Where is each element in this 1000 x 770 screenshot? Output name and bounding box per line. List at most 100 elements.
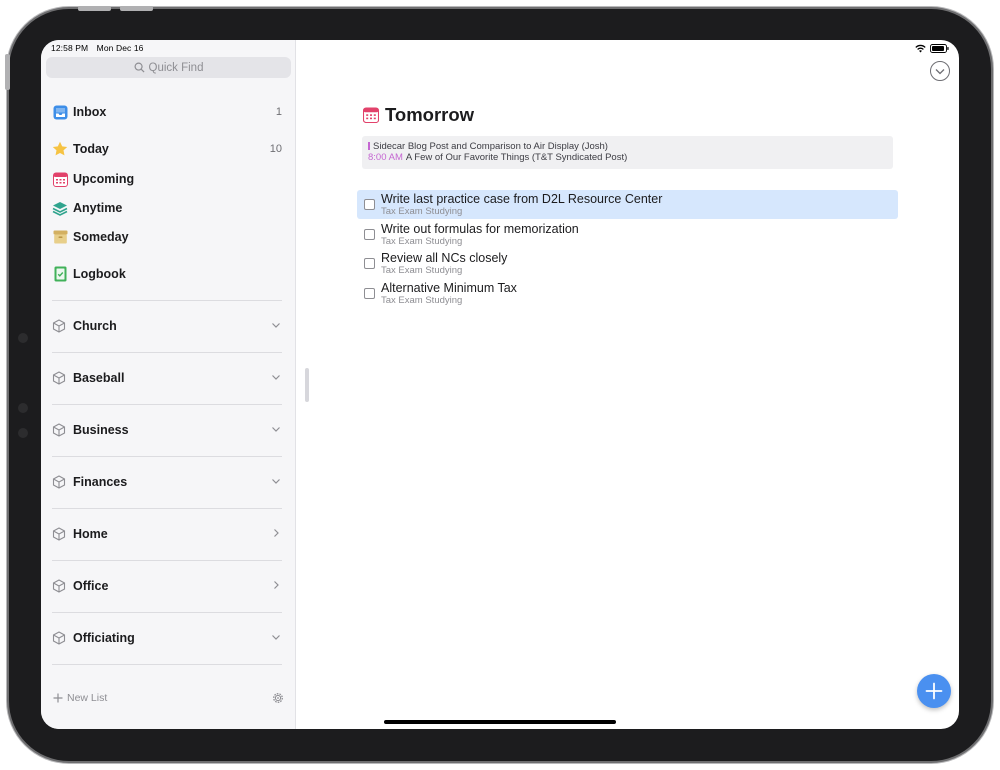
star-icon [52,141,68,157]
todo-project: Tax Exam Studying [381,265,463,276]
chevron-right-icon[interactable] [270,579,282,591]
todo-item[interactable]: Write out formulas for memorization Tax … [357,220,898,249]
event-title: A Few of Our Favorite Things (T&T Syndic… [405,152,628,163]
wifi-icon [915,44,926,53]
home-indicator[interactable] [384,720,616,724]
sidebar-area-home[interactable]: Home [52,524,282,544]
sidebar-area-church[interactable]: Church [52,316,282,336]
divider [52,560,282,561]
chevron-down-icon[interactable] [270,475,282,487]
calendar-events[interactable]: Sidecar Blog Post and Comparison to Air … [362,136,893,169]
area-label: Baseball [73,371,125,385]
area-cube-icon [52,527,66,541]
sidebar-item-upcoming[interactable]: Upcoming [52,168,282,190]
archive-box-icon [52,229,68,245]
area-label: Church [73,319,117,333]
todo-project: Tax Exam Studying [381,206,463,217]
sidebar: 12:58 PM Mon Dec 16 Quick Find Inbox 1 T… [41,40,296,729]
chevron-down-icon[interactable] [270,423,282,435]
todo-title: Review all NCs closely [381,251,508,265]
chevron-down-icon[interactable] [270,319,282,331]
new-list-label: New List [67,692,108,704]
divider [52,404,282,405]
area-cube-icon [52,371,66,385]
sidebar-item-label: Today [73,142,109,156]
divider [52,300,282,301]
search-icon [134,62,145,73]
event-time: 8:00 AM [368,152,403,163]
area-cube-icon [52,319,66,333]
volume-button [120,6,153,11]
calendar-icon [52,171,68,187]
sidebar-area-baseball[interactable]: Baseball [52,368,282,388]
plus-icon [53,693,63,703]
area-cube-icon [52,475,66,489]
sidebar-item-label: Someday [73,230,129,244]
sidebar-area-officiating[interactable]: Officiating [52,628,282,648]
area-label: Business [73,423,129,437]
area-label: Officiating [73,631,135,645]
area-label: Finances [73,475,128,489]
camera-dot [18,428,28,438]
sidebar-area-office[interactable]: Office [52,576,282,596]
camera-dot [18,403,28,413]
new-list-button[interactable]: New List [53,692,107,704]
todo-item[interactable]: Write last practice case from D2L Resour… [357,190,898,219]
area-label: Office [73,579,109,593]
status-bar-right [915,44,949,53]
logbook-icon [52,266,68,282]
calendar-icon [363,107,379,123]
divider [52,664,282,665]
todo-checkbox[interactable] [364,258,375,269]
todo-project: Tax Exam Studying [381,236,463,247]
calendar-event[interactable]: 8:00 AM A Few of Our Favorite Things (T&T… [368,152,627,163]
more-options-button[interactable] [930,61,950,81]
area-cube-icon [52,579,66,593]
chevron-down-icon[interactable] [270,371,282,383]
todo-title: Alternative Minimum Tax [381,281,517,295]
todo-checkbox[interactable] [364,229,375,240]
screen: 12:58 PM Mon Dec 16 Quick Find Inbox 1 T… [41,40,959,729]
add-todo-button[interactable] [917,674,951,708]
sidebar-item-inbox[interactable]: Inbox 1 [52,101,282,123]
search-placeholder: Quick Find [148,61,204,74]
sidebar-item-label: Inbox [73,105,107,119]
sidebar-area-business[interactable]: Business [52,420,282,440]
chevron-right-icon[interactable] [270,527,282,539]
inbox-icon [52,104,68,120]
sidebar-item-label: Logbook [73,267,126,281]
today-count: 10 [269,143,282,155]
sidebar-item-anytime[interactable]: Anytime [52,197,282,219]
gear-icon[interactable] [272,692,284,704]
todo-checkbox[interactable] [364,288,375,299]
divider [52,612,282,613]
divider [52,508,282,509]
status-bar-left: 12:58 PM Mon Dec 16 [51,43,150,53]
sidebar-item-label: Upcoming [73,172,135,186]
plus-icon [925,682,943,700]
stack-icon [52,200,68,216]
sidebar-item-someday[interactable]: Someday [52,226,282,248]
chevron-down-icon[interactable] [270,631,282,643]
area-cube-icon [52,631,66,645]
todo-title: Write last practice case from D2L Resour… [381,192,663,206]
sidebar-item-today[interactable]: Today 10 [52,138,282,160]
status-date: Mon Dec 16 [96,43,144,53]
divider [52,456,282,457]
battery-icon [930,44,949,53]
camera-dot [18,333,28,343]
todo-item[interactable]: Alternative Minimum Tax Tax Exam Studyin… [357,279,898,308]
quick-find-search[interactable]: Quick Find [46,57,291,78]
calendar-event[interactable]: Sidecar Blog Post and Comparison to Air … [368,141,608,152]
sidebar-item-logbook[interactable]: Logbook [52,263,282,285]
area-cube-icon [52,423,66,437]
todo-item[interactable]: Review all NCs closely Tax Exam Studying [357,249,898,278]
event-title: Sidecar Blog Post and Comparison to Air … [373,141,608,152]
page-title-text: Tomorrow [385,104,475,125]
divider [52,352,282,353]
sidebar-resize-handle[interactable] [305,368,309,402]
todo-checkbox[interactable] [364,199,375,210]
sidebar-area-finances[interactable]: Finances [52,472,282,492]
power-button [5,54,10,90]
todo-title: Write out formulas for memorization [381,222,579,236]
